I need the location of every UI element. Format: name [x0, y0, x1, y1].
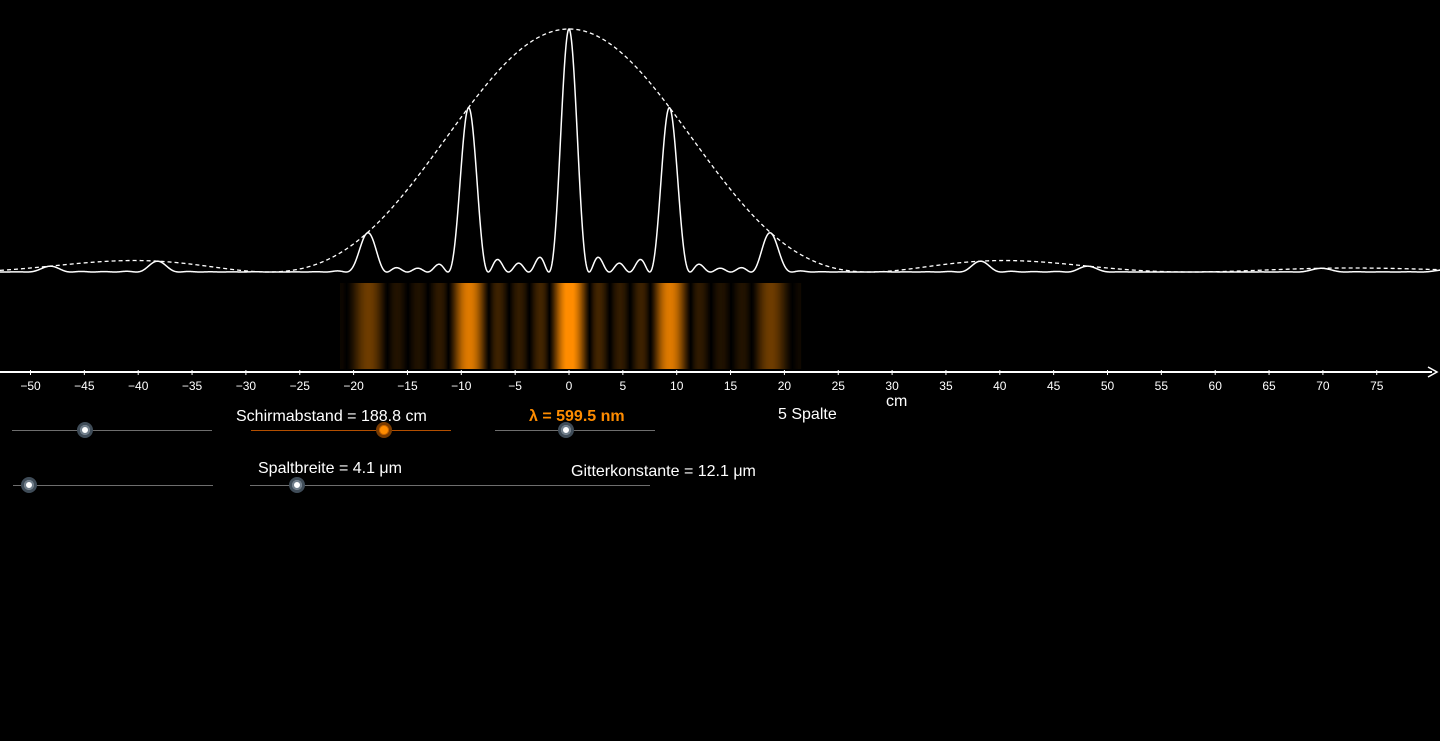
x-tick-label: −50	[20, 379, 41, 393]
pattern-strip	[800, 283, 802, 369]
pattern-strip	[750, 283, 751, 369]
x-tick-label: 65	[1262, 379, 1276, 393]
x-tick-label: 20	[778, 379, 792, 393]
pattern-strip	[588, 283, 590, 369]
slider-unused-thumb[interactable]	[21, 477, 37, 493]
pattern-strip	[548, 283, 549, 369]
pattern-strip	[508, 283, 509, 369]
x-tick-label: 25	[832, 379, 846, 393]
diffraction-plot: −50 −45 −40 −35 −30 −25 −20 −15 −10 −5 0 5 10 15 20 25 3…	[0, 27, 1440, 393]
x-tick-label: −35	[182, 379, 203, 393]
pattern-strip	[628, 283, 629, 369]
wavelength-label: λ = 599.5 nm	[529, 408, 625, 425]
slider-unused-track[interactable]	[13, 485, 213, 486]
slit-width-label: Spaltbreite = 4.1 μm	[258, 460, 402, 477]
slider-slit-width-thumb[interactable]	[289, 477, 305, 493]
pattern-strip	[729, 283, 730, 369]
x-tick-label: 75	[1370, 379, 1384, 393]
slider-screen-distance-thumb[interactable]	[376, 422, 392, 438]
x-tick-label: 10	[670, 379, 684, 393]
slider-slit-count-thumb[interactable]	[77, 422, 93, 438]
x-axis: −50 −45 −40 −35 −30 −25 −20 −15 −10 −5 0 5 10 15 20 25 3…	[0, 366, 1439, 393]
pattern-strip	[447, 283, 448, 369]
x-tick-label: −5	[508, 379, 522, 393]
x-tick-label: 15	[724, 379, 738, 393]
axis-unit-label: cm	[886, 393, 908, 410]
x-tick-label: 30	[885, 379, 899, 393]
pattern-strip	[791, 283, 792, 369]
x-tick-label: −40	[128, 379, 149, 393]
pattern-strip	[689, 283, 690, 369]
pattern-strip	[406, 283, 407, 369]
slider-wavelength-thumb[interactable]	[558, 422, 574, 438]
envelope-curve	[0, 28, 1440, 273]
x-tick-label: −45	[74, 379, 95, 393]
x-tick-label: −30	[236, 379, 257, 393]
pattern-strip	[345, 283, 346, 369]
pattern-strip	[426, 283, 427, 369]
x-tick-label: 55	[1155, 379, 1169, 393]
x-tick-label: 35	[939, 379, 953, 393]
x-tick-label: 0	[566, 379, 573, 393]
x-tick-label: −20	[343, 379, 364, 393]
pattern-strip	[608, 283, 609, 369]
x-tick-label: −15	[397, 379, 418, 393]
x-tick-label: 45	[1047, 379, 1061, 393]
slit-count-label: 5 Spalte	[778, 406, 837, 423]
pattern-strip	[528, 283, 529, 369]
slider-slit-width-track[interactable]	[250, 485, 650, 486]
x-tick-label: −25	[290, 379, 311, 393]
x-tick-label: 60	[1209, 379, 1223, 393]
screen-pattern	[340, 283, 802, 369]
slider-wavelength-track[interactable]	[495, 430, 655, 431]
slider-screen-distance-track[interactable]	[251, 430, 451, 431]
intensity-curve	[0, 27, 1440, 273]
x-tick-label: 70	[1316, 379, 1330, 393]
slider-slit-count-track[interactable]	[12, 430, 212, 431]
screen-distance-label: Schirmabstand = 188.8 cm	[236, 408, 427, 425]
pattern-strip	[709, 283, 710, 369]
grating-constant-label: Gitterkonstante = 12.1 μm	[571, 463, 756, 480]
x-tick-label: −10	[451, 379, 472, 393]
x-tick-label: 40	[993, 379, 1007, 393]
x-tick-label: 5	[620, 379, 627, 393]
pattern-strip	[386, 283, 387, 369]
x-tick-label: 50	[1101, 379, 1115, 393]
